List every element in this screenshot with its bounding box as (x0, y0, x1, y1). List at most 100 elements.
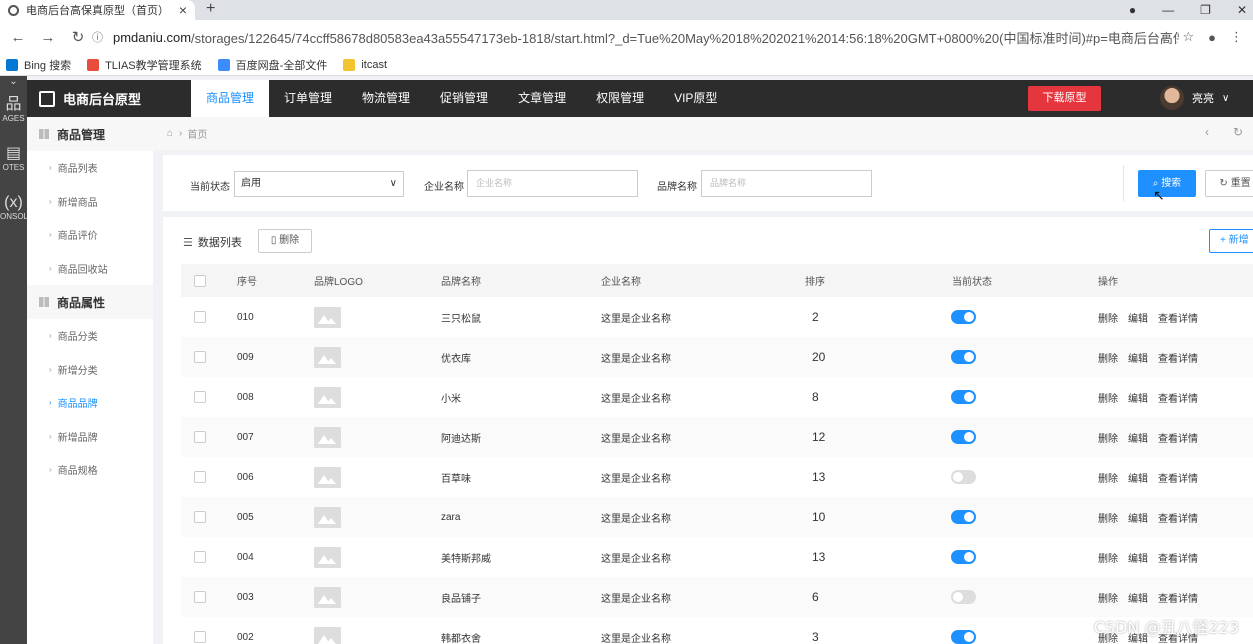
chevron-down-icon[interactable]: ⌄ (0, 76, 27, 87)
delete-link[interactable]: 删除 (1098, 310, 1118, 325)
bookmark-star-icon[interactable]: ☆ (1182, 29, 1194, 45)
nav-permissions[interactable]: 权限管理 (581, 80, 659, 117)
nav-orders[interactable]: 订单管理 (269, 80, 347, 117)
info-icon[interactable]: ⓘ (92, 29, 103, 45)
home-icon[interactable]: ⌂ (167, 128, 173, 139)
nav-articles[interactable]: 文章管理 (503, 80, 581, 117)
edit-link[interactable]: 编辑 (1128, 550, 1148, 565)
view-details-link[interactable]: 查看详情 (1158, 590, 1198, 605)
browser-tab[interactable]: 电商后台高保真原型（首页） × (0, 0, 195, 20)
delete-link[interactable]: 删除 (1098, 390, 1118, 405)
back-arrow-icon[interactable]: ‹ (1205, 125, 1209, 139)
edit-link[interactable]: 编辑 (1128, 590, 1148, 605)
status-toggle[interactable] (951, 630, 976, 644)
add-button[interactable]: + 新增 (1209, 229, 1253, 253)
view-details-link[interactable]: 查看详情 (1158, 510, 1198, 525)
nav-promotion[interactable]: 促销管理 (425, 80, 503, 117)
search-button[interactable]: ⌕ 搜索 (1138, 170, 1196, 197)
app-logo[interactable]: 电商后台原型 (39, 80, 141, 117)
row-checkbox[interactable] (194, 391, 206, 403)
sidebar-item-recycle[interactable]: › 商品回收站 (27, 252, 153, 286)
close-tab-icon[interactable]: × (179, 2, 187, 18)
status-toggle[interactable] (951, 430, 976, 444)
row-checkbox[interactable] (194, 311, 206, 323)
minimize-icon[interactable]: — (1162, 3, 1174, 17)
bookmark-baidu-pan[interactable]: 百度网盘-全部文件 (217, 57, 327, 73)
view-details-link[interactable]: 查看详情 (1158, 310, 1198, 325)
url-field[interactable]: ⓘ pmdaniu.com /storages/122645/74ccff586… (84, 26, 1179, 48)
sidebar-group-goods[interactable]: 商品管理 (27, 117, 153, 151)
refresh-icon[interactable]: ↻ (1233, 125, 1243, 139)
zoom-icon[interactable]: ⌕ (1161, 29, 1168, 45)
sidebar-item-add-brand[interactable]: › 新增品牌 (27, 420, 153, 454)
row-checkbox[interactable] (194, 511, 206, 523)
forward-icon[interactable]: → (36, 29, 60, 46)
batch-delete-button[interactable]: ▯ 删除 (258, 229, 312, 253)
edit-link[interactable]: 编辑 (1128, 350, 1148, 365)
sidebar-item-goods-list[interactable]: › 商品列表 (27, 151, 153, 185)
row-checkbox[interactable] (194, 351, 206, 363)
bookmark-bing[interactable]: Bing 搜索 (6, 57, 71, 73)
sidebar-item-add-category[interactable]: › 新增分类 (27, 353, 153, 387)
sidebar-item-reviews[interactable]: › 商品评价 (27, 218, 153, 252)
view-details-link[interactable]: 查看详情 (1158, 350, 1198, 365)
status-toggle[interactable] (951, 590, 976, 604)
image-placeholder-icon (314, 626, 341, 644)
row-checkbox[interactable] (194, 631, 206, 643)
row-checkbox[interactable] (194, 471, 206, 483)
edit-link[interactable]: 编辑 (1128, 390, 1148, 405)
delete-link[interactable]: 删除 (1098, 590, 1118, 605)
status-toggle[interactable] (951, 390, 976, 404)
row-checkbox[interactable] (194, 551, 206, 563)
bookmark-itcast[interactable]: itcast (343, 58, 387, 71)
delete-link[interactable]: 删除 (1098, 510, 1118, 525)
restore-icon[interactable]: ❐ (1200, 3, 1211, 17)
status-toggle[interactable] (951, 510, 976, 524)
sidebar-item-specs[interactable]: › 商品规格 (27, 453, 153, 487)
delete-link[interactable]: 删除 (1098, 430, 1118, 445)
view-details-link[interactable]: 查看详情 (1158, 390, 1198, 405)
delete-link[interactable]: 删除 (1098, 470, 1118, 485)
delete-link[interactable]: 删除 (1098, 550, 1118, 565)
breadcrumb-current[interactable]: 首页 (187, 126, 207, 141)
row-checkbox[interactable] (194, 591, 206, 603)
axure-notes-tab[interactable]: ▤ OTES (0, 145, 27, 172)
nav-logistics[interactable]: 物流管理 (347, 80, 425, 117)
account-icon[interactable]: ● (1208, 30, 1216, 45)
status-toggle[interactable] (951, 550, 976, 564)
select-all-checkbox[interactable] (194, 274, 206, 287)
bookmark-tlias[interactable]: TLIAS教学管理系统 (87, 57, 202, 73)
status-toggle[interactable] (951, 470, 976, 484)
delete-link[interactable]: 删除 (1098, 350, 1118, 365)
new-tab-icon[interactable]: + (206, 0, 215, 18)
sidebar-group-attributes[interactable]: 商品属性 (27, 285, 153, 319)
reset-button[interactable]: ↻ 重置 (1205, 170, 1253, 197)
view-details-link[interactable]: 查看详情 (1158, 550, 1198, 565)
cell-brand: 美特斯邦威 (441, 553, 491, 565)
edit-link[interactable]: 编辑 (1128, 430, 1148, 445)
status-toggle[interactable] (951, 310, 976, 324)
back-icon[interactable]: ← (6, 29, 30, 46)
edit-link[interactable]: 编辑 (1128, 470, 1148, 485)
profile-icon[interactable]: ● (1129, 3, 1136, 17)
view-details-link[interactable]: 查看详情 (1158, 470, 1198, 485)
edit-link[interactable]: 编辑 (1128, 510, 1148, 525)
close-window-icon[interactable]: ✕ (1237, 3, 1247, 17)
sidebar-item-add-goods[interactable]: › 新增商品 (27, 185, 153, 219)
row-checkbox[interactable] (194, 431, 206, 443)
status-select[interactable]: 启用 ∨ (234, 171, 404, 197)
axure-pages-tab[interactable]: 品 AGES (0, 96, 27, 123)
edit-link[interactable]: 编辑 (1128, 310, 1148, 325)
company-input[interactable]: 企业名称 (467, 170, 638, 197)
axure-console-tab[interactable]: (x) ONSOL (0, 194, 28, 221)
status-toggle[interactable] (951, 350, 976, 364)
download-prototype-button[interactable]: 下载原型 (1028, 86, 1101, 111)
brand-input[interactable]: 品牌名称 (701, 170, 872, 197)
user-menu[interactable]: 亮亮 ∨ (1160, 86, 1229, 110)
nav-goods[interactable]: 商品管理 (191, 80, 270, 117)
nav-vip[interactable]: VIP原型 (659, 80, 732, 117)
sidebar-item-categories[interactable]: › 商品分类 (27, 319, 153, 353)
view-details-link[interactable]: 查看详情 (1158, 430, 1198, 445)
menu-icon[interactable]: ⋮ (1230, 29, 1243, 45)
sidebar-item-brands[interactable]: › 商品品牌 (27, 386, 153, 420)
